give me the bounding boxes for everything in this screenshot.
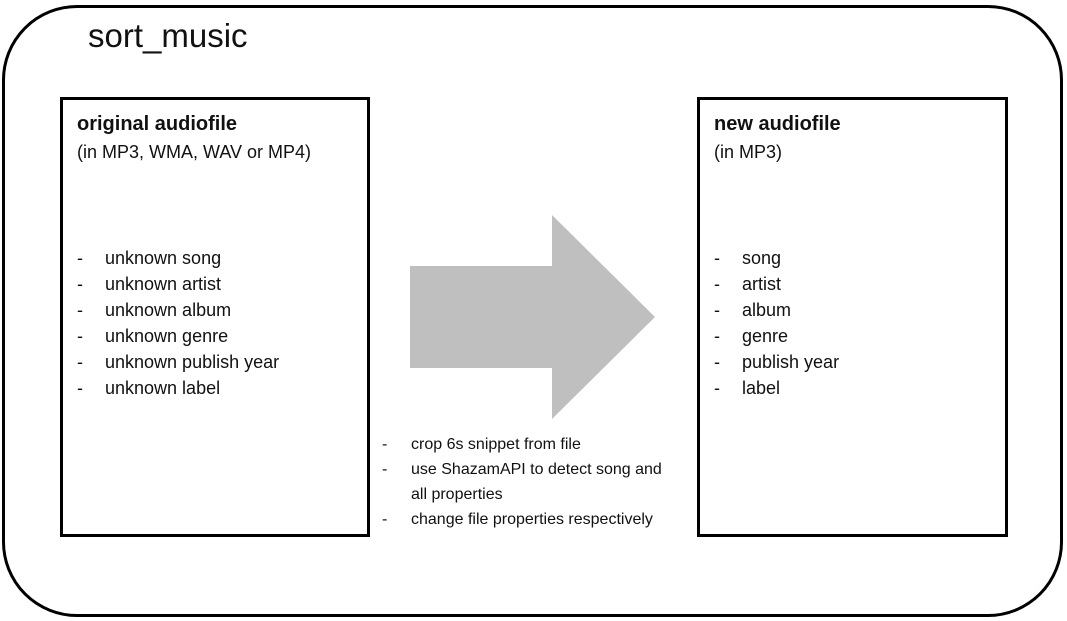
list-item: - album <box>714 297 839 323</box>
bullet-dash: - <box>714 300 720 320</box>
process-steps-list: - crop 6s snippet from file - use ShazamAP… <box>382 432 682 532</box>
bullet-dash: - <box>714 352 720 372</box>
bullet-dash: - <box>77 300 83 320</box>
new-properties-list: - song - artist - album - genre - publish yea… <box>714 245 839 401</box>
property-label: label <box>742 378 781 398</box>
bullet-dash: - <box>714 248 720 268</box>
bullet-dash: - <box>382 511 388 528</box>
list-item: - change file properties respectively <box>382 507 682 532</box>
bullet-dash: - <box>77 352 83 372</box>
list-item: - unknown album <box>77 297 279 323</box>
new-audiofile-box: new audiofile (in MP3) - song - artist - al… <box>697 97 1008 537</box>
list-item: - publish year <box>714 349 839 375</box>
bullet-dash: - <box>77 326 83 346</box>
list-item: - unknown publish year <box>77 349 279 375</box>
bullet-dash: - <box>714 274 720 294</box>
list-item: - unknown artist <box>77 271 279 297</box>
list-item: - song <box>714 245 839 271</box>
bullet-dash: - <box>77 378 83 398</box>
property-label: unknown artist <box>105 274 222 294</box>
list-item: - genre <box>714 323 839 349</box>
list-item: - unknown label <box>77 375 279 401</box>
bullet-dash: - <box>714 378 720 398</box>
original-audiofile-box: original audiofile (in MP3, WMA, WAV or … <box>60 97 370 537</box>
right-arrow-icon <box>410 215 655 419</box>
bullet-dash: - <box>714 326 720 346</box>
list-item: - use ShazamAPI to detect song and all pr… <box>382 457 682 507</box>
list-item: - label <box>714 375 839 401</box>
bullet-dash: - <box>77 248 83 268</box>
original-audiofile-formats: (in MP3, WMA, WAV or MP4) <box>77 142 312 162</box>
diagram-title: sort_music <box>88 17 248 54</box>
property-label: genre <box>742 326 789 346</box>
property-label: song <box>742 248 782 268</box>
step-text: crop 6s snippet from file <box>411 436 581 453</box>
list-item: - crop 6s snippet from file <box>382 432 682 457</box>
property-label: unknown publish year <box>105 352 280 372</box>
list-item: - unknown song <box>77 245 279 271</box>
property-label: publish year <box>742 352 840 372</box>
new-audiofile-format: (in MP3) <box>714 142 783 162</box>
bullet-dash: - <box>77 274 83 294</box>
bullet-dash: - <box>382 461 388 478</box>
step-text: use ShazamAPI to detect song and all pro… <box>411 461 662 503</box>
original-properties-list: - unknown song - unknown artist - unknown a… <box>77 245 279 401</box>
list-item: - unknown genre <box>77 323 279 349</box>
property-label: unknown label <box>105 378 221 398</box>
new-audiofile-title: new audiofile <box>714 113 841 135</box>
original-audiofile-title: original audiofile <box>77 113 238 135</box>
property-label: album <box>742 300 792 320</box>
arrow-shape <box>410 215 655 419</box>
bullet-dash: - <box>382 436 388 453</box>
property-label: unknown song <box>105 248 222 268</box>
list-item: - artist <box>714 271 839 297</box>
property-label: unknown genre <box>105 326 229 346</box>
property-label: unknown album <box>105 300 232 320</box>
property-label: artist <box>742 274 782 294</box>
step-text: change file properties respectively <box>411 511 653 528</box>
